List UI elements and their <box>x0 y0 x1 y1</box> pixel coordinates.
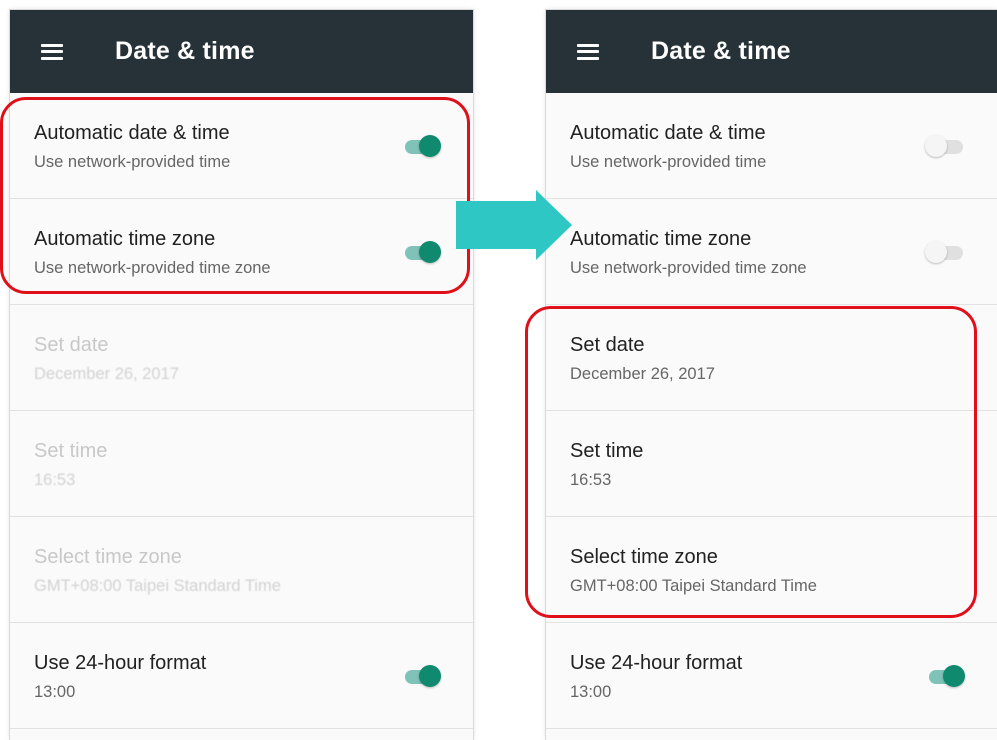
setting-use-24-hour-format[interactable]: Use 24-hour format 13:00 <box>546 623 997 729</box>
setting-title: Automatic date & time <box>34 122 230 144</box>
automatic-time-zone-switch[interactable] <box>401 241 441 263</box>
setting-summary: GMT+08:00 Taipei Standard Time <box>570 577 817 595</box>
setting-summary: 13:00 <box>34 683 76 701</box>
setting-title: Automatic date & time <box>570 122 766 144</box>
use-24-hour-format-switch[interactable] <box>401 665 441 687</box>
setting-automatic-time-zone[interactable]: Automatic time zone Use network-provided… <box>10 199 473 305</box>
page-title: Date & time <box>115 37 255 65</box>
app-bar: Date & time <box>10 10 473 93</box>
setting-summary: 13:00 <box>570 683 612 701</box>
setting-automatic-time-zone[interactable]: Automatic time zone Use network-provided… <box>546 199 997 305</box>
page-title: Date & time <box>651 37 791 65</box>
hamburger-menu-icon[interactable] <box>41 43 63 60</box>
setting-set-time: Set time 16:53 <box>10 411 473 517</box>
setting-set-time[interactable]: Set time 16:53 <box>546 411 997 517</box>
setting-title: Automatic time zone <box>570 228 752 250</box>
setting-summary: December 26, 2017 <box>34 365 179 383</box>
setting-title: Use 24-hour format <box>34 652 207 674</box>
setting-title: Automatic time zone <box>34 228 216 250</box>
setting-summary: Use network-provided time <box>570 153 767 171</box>
hamburger-menu-icon[interactable] <box>577 43 599 60</box>
left-settings-screen: Date & time Automatic date & time Use ne… <box>10 10 473 740</box>
setting-title: Set date <box>34 334 109 356</box>
setting-summary: Use network-provided time <box>34 153 231 171</box>
right-arrow-icon <box>456 190 572 260</box>
app-bar: Date & time <box>546 10 997 93</box>
use-24-hour-format-switch[interactable] <box>925 665 965 687</box>
setting-title: Select time zone <box>34 546 182 568</box>
automatic-date-time-switch[interactable] <box>401 135 441 157</box>
setting-title: Set time <box>570 440 644 462</box>
automatic-time-zone-switch[interactable] <box>925 241 965 263</box>
setting-select-time-zone[interactable]: Select time zone GMT+08:00 Taipei Standa… <box>546 517 997 623</box>
setting-set-date[interactable]: Set date December 26, 2017 <box>546 305 997 411</box>
automatic-date-time-switch[interactable] <box>925 135 965 157</box>
setting-title: Set time <box>34 440 108 462</box>
setting-title: Select time zone <box>570 546 718 568</box>
setting-automatic-date-time[interactable]: Automatic date & time Use network-provid… <box>546 93 997 199</box>
setting-title: Use 24-hour format <box>570 652 743 674</box>
setting-summary: Use network-provided time zone <box>570 259 807 277</box>
setting-select-time-zone: Select time zone GMT+08:00 Taipei Standa… <box>10 517 473 623</box>
setting-summary: GMT+08:00 Taipei Standard Time <box>34 577 281 595</box>
setting-summary: 16:53 <box>570 471 612 489</box>
setting-summary: Use network-provided time zone <box>34 259 271 277</box>
setting-automatic-date-time[interactable]: Automatic date & time Use network-provid… <box>10 93 473 199</box>
setting-summary: December 26, 2017 <box>570 365 715 383</box>
setting-use-24-hour-format[interactable]: Use 24-hour format 13:00 <box>10 623 473 729</box>
setting-summary: 16:53 <box>34 471 76 489</box>
setting-title: Set date <box>570 334 645 356</box>
setting-set-date: Set date December 26, 2017 <box>10 305 473 411</box>
right-settings-screen: Date & time Automatic date & time Use ne… <box>546 10 997 740</box>
